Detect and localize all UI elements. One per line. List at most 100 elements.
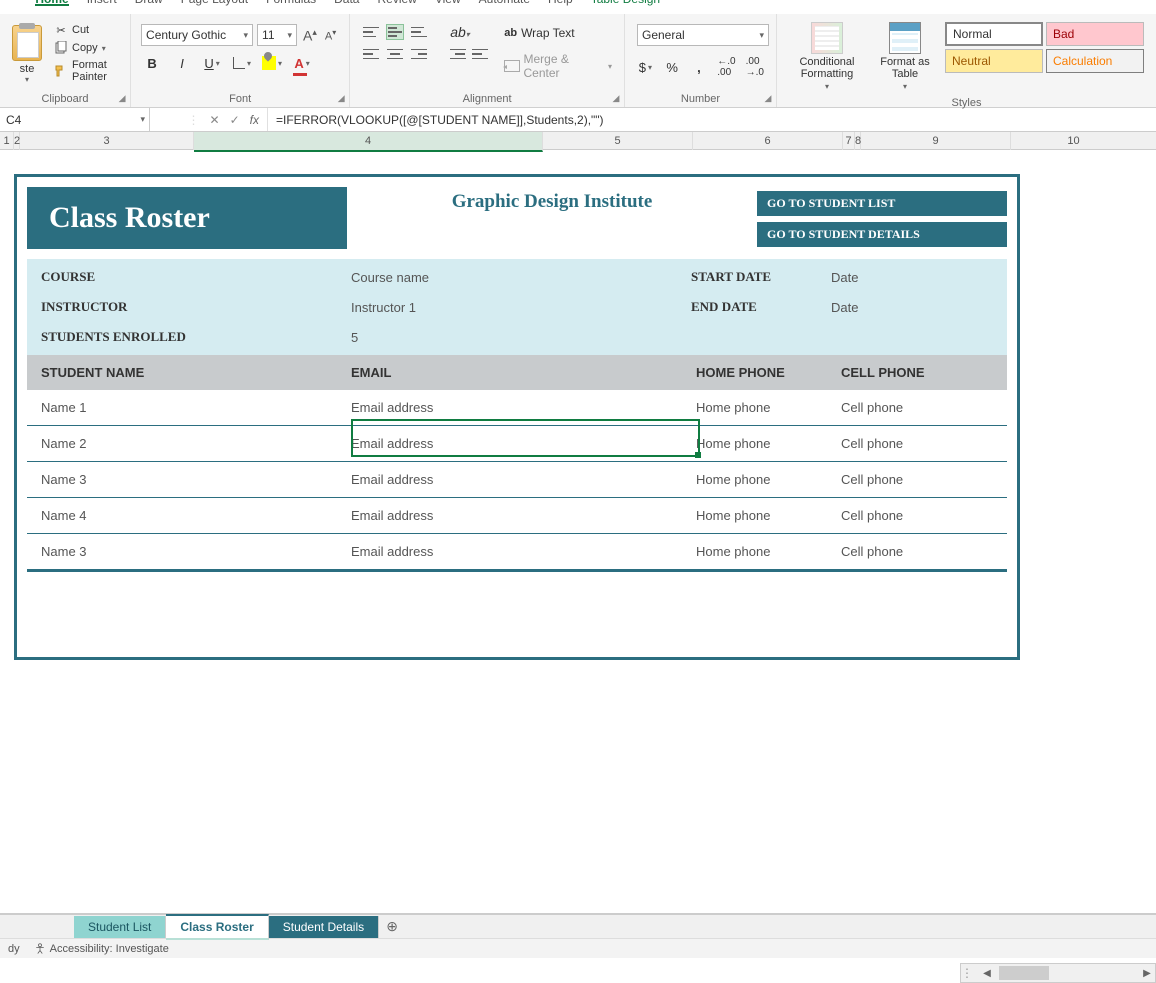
value-instructor[interactable]: Instructor 1	[351, 300, 691, 315]
tab-page-layout[interactable]: Page Layout	[181, 0, 248, 6]
tab-formulas[interactable]: Formulas	[266, 0, 316, 6]
col-header-4[interactable]: 4	[194, 132, 543, 152]
cell-cell[interactable]: Cell phone	[841, 544, 993, 559]
col-header-5[interactable]: 5	[543, 132, 693, 152]
format-painter-button[interactable]: Format Painter	[52, 58, 120, 84]
wrap-text-button[interactable]: ab Wrap Text	[500, 24, 616, 42]
scrollbar-thumb[interactable]	[999, 966, 1049, 980]
th-email[interactable]: EMAIL	[351, 365, 696, 380]
font-launcher[interactable]: ◢	[335, 93, 347, 105]
accessibility-status[interactable]: Accessibility: Investigate	[34, 943, 169, 955]
cell-home[interactable]: Home phone	[696, 508, 841, 523]
cell-name[interactable]: Name 1	[41, 400, 351, 415]
nav-student-details[interactable]: GO TO STUDENT DETAILS	[757, 222, 1007, 247]
add-sheet-button[interactable]: ⊕	[379, 918, 405, 935]
borders-button[interactable]: ▾	[231, 52, 253, 74]
cell-name[interactable]: Name 2	[41, 436, 351, 451]
sheet-grid[interactable]: Class Roster Graphic Design Institute GO…	[0, 150, 1156, 914]
tab-automate[interactable]: Automate	[479, 0, 530, 6]
decrease-decimal-button[interactable]: .00→.0	[746, 56, 764, 78]
scroll-left-icon[interactable]: ◀	[979, 968, 995, 979]
accept-formula-icon[interactable]: ✓	[230, 113, 240, 127]
fx-icon[interactable]: fx	[250, 113, 259, 127]
sheet-tab-class-roster[interactable]: Class Roster	[166, 914, 268, 940]
fill-color-button[interactable]: ▾	[261, 52, 283, 74]
col-header-7[interactable]: 7	[843, 132, 855, 152]
italic-button[interactable]: I	[171, 52, 193, 74]
alignment-launcher[interactable]: ◢	[610, 93, 622, 105]
th-cell-phone[interactable]: CELL PHONE	[841, 365, 993, 380]
tab-review[interactable]: Review	[377, 0, 416, 6]
comma-button[interactable]: ,	[691, 56, 708, 78]
cell-home[interactable]: Home phone	[696, 472, 841, 487]
col-header-6[interactable]: 6	[693, 132, 843, 152]
shrink-font-button[interactable]: A▾	[323, 28, 338, 43]
orientation-button[interactable]: ab▾	[450, 24, 470, 40]
th-student-name[interactable]: STUDENT NAME	[41, 365, 351, 380]
style-bad[interactable]: Bad	[1046, 22, 1144, 46]
merge-center-button[interactable]: Merge & Center ▾	[500, 50, 616, 82]
chevron-down-icon[interactable]: ▾	[25, 75, 29, 84]
tab-data[interactable]: Data	[334, 0, 359, 6]
nav-student-list[interactable]: GO TO STUDENT LIST	[757, 191, 1007, 216]
cell-home[interactable]: Home phone	[696, 400, 841, 415]
col-header-1[interactable]: 1	[0, 132, 14, 152]
align-right-button[interactable]	[410, 46, 428, 62]
paste-icon[interactable]	[12, 25, 42, 61]
font-size-combo[interactable]: 11▾	[257, 24, 297, 46]
number-launcher[interactable]: ◢	[762, 93, 774, 105]
cell-styles-gallery[interactable]: Normal Bad Neutral Calculation	[945, 22, 1144, 73]
conditional-formatting-button[interactable]: Conditional Formatting ▾	[789, 22, 865, 91]
paste-label[interactable]: ste	[20, 63, 35, 75]
th-home-phone[interactable]: HOME PHONE	[696, 365, 841, 380]
percent-button[interactable]: %	[664, 56, 681, 78]
tab-help[interactable]: Help	[548, 0, 573, 6]
col-header-9[interactable]: 9	[861, 132, 1011, 152]
align-left-button[interactable]	[362, 46, 380, 62]
cell-email[interactable]: Email address	[351, 400, 696, 415]
value-end-date[interactable]: Date	[831, 300, 993, 315]
align-center-button[interactable]	[386, 46, 404, 62]
clipboard-launcher[interactable]: ◢	[116, 93, 128, 105]
number-format-combo[interactable]: General▾	[637, 24, 769, 46]
cut-button[interactable]: ✂ Cut	[52, 22, 120, 38]
col-header-10[interactable]: 10	[1011, 132, 1136, 152]
cell-name[interactable]: Name 4	[41, 508, 351, 523]
style-calculation[interactable]: Calculation	[1046, 49, 1144, 73]
cell-name[interactable]: Name 3	[41, 472, 351, 487]
cell-email[interactable]: Email address	[351, 508, 696, 523]
decrease-indent-button[interactable]	[450, 47, 466, 61]
sheet-tab-student-details[interactable]: Student Details	[269, 916, 379, 938]
value-students-enrolled[interactable]: 5	[351, 330, 691, 345]
style-neutral[interactable]: Neutral	[945, 49, 1043, 73]
tab-home[interactable]: Home	[35, 0, 68, 6]
horizontal-scrollbar[interactable]: ⋮ ◀ ▶	[960, 963, 1156, 983]
cell-home[interactable]: Home phone	[696, 436, 841, 451]
format-as-table-button[interactable]: Format as Table ▾	[873, 22, 937, 91]
align-top-button[interactable]	[362, 24, 380, 40]
cell-email[interactable]: Email address	[351, 544, 696, 559]
cell-cell[interactable]: Cell phone	[841, 472, 993, 487]
cell-name[interactable]: Name 3	[41, 544, 351, 559]
value-course[interactable]: Course name	[351, 270, 691, 285]
align-middle-button[interactable]	[386, 24, 404, 40]
font-color-button[interactable]: A▾	[291, 52, 313, 74]
cell-cell[interactable]: Cell phone	[841, 508, 993, 523]
align-bottom-button[interactable]	[410, 24, 428, 40]
tab-table-design[interactable]: Table Design	[591, 0, 660, 6]
bold-button[interactable]: B	[141, 52, 163, 74]
underline-button[interactable]: U▾	[201, 52, 223, 74]
cell-cell[interactable]: Cell phone	[841, 400, 993, 415]
tab-view[interactable]: View	[435, 0, 461, 6]
name-box[interactable]: C4 ▾	[0, 108, 150, 131]
font-name-combo[interactable]: Century Gothic▾	[141, 24, 253, 46]
sheet-tab-student-list[interactable]: Student List	[74, 916, 166, 938]
formula-input[interactable]: =IFERROR(VLOOKUP([@[STUDENT NAME]],Stude…	[268, 108, 1156, 131]
value-start-date[interactable]: Date	[831, 270, 993, 285]
copy-button[interactable]: Copy ▾	[52, 40, 120, 56]
scroll-right-icon[interactable]: ▶	[1139, 968, 1155, 979]
cell-home[interactable]: Home phone	[696, 544, 841, 559]
cell-email[interactable]: Email address	[351, 436, 696, 451]
cell-cell[interactable]: Cell phone	[841, 436, 993, 451]
increase-decimal-button[interactable]: ←.0.00	[717, 56, 735, 78]
